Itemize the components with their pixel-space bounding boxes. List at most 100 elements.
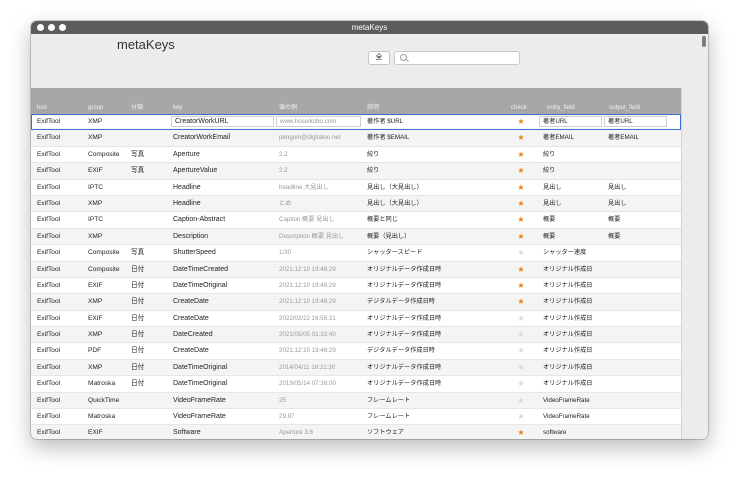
cell-group: IPTC xyxy=(88,183,104,191)
table-row[interactable]: ExifTool XMP 日付 DateTimeOriginal 2014/04/11 … xyxy=(31,359,681,377)
cell-entry-field: オリジナル作成日 xyxy=(543,298,593,306)
cell-tool: ExifTool xyxy=(37,314,61,322)
star-icon[interactable]: ★ xyxy=(511,278,531,294)
star-icon[interactable]: ★ xyxy=(511,360,531,376)
table-row[interactable]: ExifTool XMP 日付 CreateDate 2021:12:10 19:46:… xyxy=(31,294,681,311)
table-row[interactable]: ExifTool IPTC Caption-Abstract Caption 概要 見… xyxy=(31,212,681,229)
table-row[interactable]: ExifTool EXIF Software Aperture 3.6 ソフトウェア so… xyxy=(31,425,681,439)
star-icon[interactable]: ★ xyxy=(511,229,531,245)
cell-output-field xyxy=(608,147,668,163)
table-row[interactable]: ExifTool XMP 日付 DateCreated 2021/05/05 01:33… xyxy=(31,327,681,344)
cell-description: 著作者 $URL xyxy=(367,118,404,125)
vertical-scrollbar[interactable] xyxy=(701,35,707,439)
star-icon[interactable]: ★ xyxy=(511,294,531,310)
star-icon[interactable]: ★ xyxy=(511,327,531,343)
cell-example: headline 大見出し xyxy=(279,183,329,191)
cell-key: Headline xyxy=(173,199,201,207)
star-icon[interactable]: ★ xyxy=(511,180,531,196)
cell-example[interactable]: www.hosoikobo.com xyxy=(276,116,361,127)
cell-classification: 写真 xyxy=(131,167,145,175)
cell-example: 2014/04/11 18:21:30 xyxy=(279,363,336,371)
cell-entry-field: オリジナル作成日 xyxy=(543,347,593,355)
cell-output-field xyxy=(608,409,668,425)
cell-group: Composite xyxy=(88,150,120,158)
column-header-tool[interactable]: tool xyxy=(37,105,47,111)
star-icon[interactable]: ★ xyxy=(511,114,531,130)
cell-example: Aperture 3.6 xyxy=(279,429,314,437)
column-header-check[interactable]: check xyxy=(511,105,527,111)
scrollbar-thumb[interactable] xyxy=(702,36,706,47)
column-header-key[interactable]: key xyxy=(173,105,182,111)
cell-tool: ExifTool xyxy=(37,298,61,306)
star-icon[interactable]: ★ xyxy=(511,311,531,327)
star-icon[interactable]: ★ xyxy=(511,245,531,261)
cell-description: オリジナルデータ作成日時 xyxy=(367,363,442,371)
table-row[interactable]: ExifTool IPTC Headline headline 大見出し 見出し（大見出… xyxy=(31,179,681,196)
table-row[interactable]: ExifTool XMP CreatorWorkURL www.hosoikobo.c… xyxy=(31,114,681,131)
column-header-classification[interactable]: 分類 xyxy=(131,102,143,111)
cell-entry-field: 見出し xyxy=(543,199,562,207)
column-header-entry-field[interactable]: entry_field xyxy=(547,105,575,111)
star-icon[interactable]: ★ xyxy=(511,130,531,146)
star-icon[interactable]: ★ xyxy=(511,425,531,439)
cell-description: 絞り xyxy=(367,150,380,158)
cell-description: オリジナルデータ作成日時 xyxy=(367,331,442,339)
show-all-button[interactable]: 全 xyxy=(368,51,390,65)
cell-group: PDF xyxy=(88,347,102,355)
star-icon[interactable]: ★ xyxy=(511,163,531,179)
table-row[interactable]: ExifTool XMP Headline とめ 見出し（大見出し） 見出し 見出し ★ xyxy=(31,195,681,213)
cell-output-field xyxy=(608,343,668,359)
column-header-example[interactable]: 値の例 xyxy=(279,102,297,111)
cell-description: 絞り xyxy=(367,167,380,175)
cell-tool: ExifTool xyxy=(37,429,61,437)
table-row[interactable]: ExifTool Composite 写真 ShutterSpeed 1/30 シャッター… xyxy=(31,245,681,262)
cell-key: ApertureValue xyxy=(173,167,218,175)
cell-classification: 日付 xyxy=(131,380,145,388)
table-row[interactable]: ExifTool QuickTime VideoFrameRate 25 フレームレート… xyxy=(31,392,681,410)
table-row[interactable]: ExifTool Matroska 日付 DateTimeOriginal 2019/0… xyxy=(31,376,681,393)
table-row[interactable]: ExifTool XMP Description Description 概要 見出し… xyxy=(31,228,681,246)
cell-example: penguin@digitaloo.net xyxy=(279,134,341,142)
cell-output-field: 概要 xyxy=(608,216,621,224)
star-icon[interactable]: ★ xyxy=(511,147,531,163)
star-icon[interactable]: ★ xyxy=(511,196,531,212)
cell-entry-field: オリジナル作成日 xyxy=(543,331,593,339)
cell-key[interactable]: CreatorWorkURL xyxy=(171,116,274,127)
cell-tool: ExifTool xyxy=(37,118,61,125)
cell-output-field xyxy=(608,376,668,392)
cell-example: 2021/05/05 01:33:40 xyxy=(279,331,336,339)
column-header-output-field[interactable]: output_field xyxy=(609,105,640,111)
cell-entry-field: 概要 xyxy=(543,216,556,224)
column-header-description[interactable]: 説明 xyxy=(367,102,379,111)
cell-group: EXIF xyxy=(88,314,103,322)
table-row[interactable]: ExifTool PDF 日付 CreateDate 2021:12:10 19:46:… xyxy=(31,343,681,360)
cell-tool: ExifTool xyxy=(37,347,61,355)
star-icon[interactable]: ★ xyxy=(511,376,531,392)
table-row[interactable]: ExifTool Composite 日付 DateTimeCreated 2021:1… xyxy=(31,261,681,278)
star-icon[interactable]: ★ xyxy=(511,262,531,278)
cell-entry-field: VideoFrameRate xyxy=(543,396,590,404)
cell-example: 2021:12:10 19:46:29 xyxy=(279,281,336,289)
cell-description: ソフトウェア xyxy=(367,429,405,437)
star-icon[interactable]: ★ xyxy=(511,393,531,409)
table-row[interactable]: ExifTool XMP CreatorWorkEmail penguin@digit… xyxy=(31,130,681,147)
cell-group: EXIF xyxy=(88,281,103,289)
cell-example: 2021:12:10 19:46:29 xyxy=(279,265,336,273)
cell-output-field[interactable]: 著者URL xyxy=(604,116,667,127)
cell-entry-field: オリジナル作成日 xyxy=(543,363,593,371)
cell-key: VideoFrameRate xyxy=(173,396,226,404)
column-header-group[interactable]: group xyxy=(88,105,103,111)
star-icon[interactable]: ★ xyxy=(511,212,531,228)
table-row[interactable]: ExifTool EXIF 日付 CreateDate 2022/02/22 16:56… xyxy=(31,310,681,328)
search-input[interactable] xyxy=(394,51,520,65)
star-icon[interactable]: ★ xyxy=(511,343,531,359)
cell-key: Caption-Abstract xyxy=(173,216,226,224)
cell-group: Matroska xyxy=(88,413,116,421)
cell-key: CreatorWorkEmail xyxy=(173,134,231,142)
table-row[interactable]: ExifTool EXIF 写真 ApertureValue 2.2 絞り 絞り ★ xyxy=(31,163,681,180)
cell-entry-field[interactable]: 著者URL xyxy=(539,116,602,127)
star-icon[interactable]: ★ xyxy=(511,409,531,425)
table-row[interactable]: ExifTool EXIF 日付 DateTimeOriginal 2021:12:10… xyxy=(31,277,681,295)
table-row[interactable]: ExifTool Matroska VideoFrameRate 29.97 フレームレ… xyxy=(31,409,681,426)
table-row[interactable]: ExifTool Composite 写真 Aperture 2.2 絞り 絞り ★ xyxy=(31,146,681,164)
